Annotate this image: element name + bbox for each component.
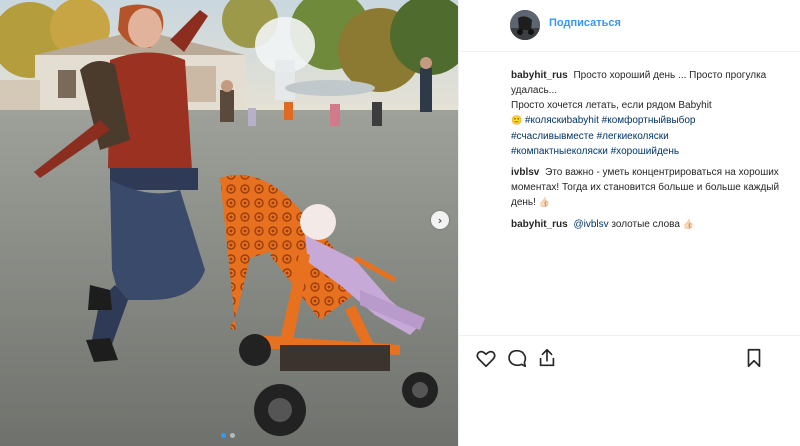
hashtag-link[interactable]: #легкиеколяски — [597, 131, 669, 142]
reply-comment: babyhit_rus @ivblsv золотые слова 👍🏻 — [511, 217, 783, 233]
comment-text: золотые слова — [611, 219, 680, 230]
thumbs-up-emoji-icon: 👍🏻 — [538, 198, 550, 208]
post-side-panel: Подписаться babyhit_rus Просто хороший д… — [458, 0, 800, 446]
divider — [459, 381, 800, 382]
bookmark-icon[interactable] — [743, 347, 765, 369]
hashtag-link[interactable]: #комфортныйвыбор — [602, 115, 696, 126]
follow-button[interactable]: Подписаться — [549, 17, 621, 29]
hashtag-link[interactable]: #компактныеколяски — [511, 146, 608, 157]
mention-link[interactable]: @ivblsv — [573, 219, 608, 230]
comments-list: babyhit_rus Просто хороший день ... Прос… — [511, 68, 783, 239]
photo-illustration — [0, 0, 458, 446]
smile-emoji-icon: 🙂 — [511, 116, 523, 126]
comment-username[interactable]: ivblsv — [511, 167, 539, 178]
carousel-dot-1 — [221, 433, 226, 438]
share-icon[interactable] — [536, 347, 558, 369]
stroller-avatar-icon[interactable] — [510, 10, 540, 40]
post-header: Подписаться — [459, 0, 800, 52]
comment-text: Это важно - уметь концентрироваться на х… — [511, 167, 780, 208]
heart-icon[interactable] — [475, 347, 497, 369]
reply-comment: ivblsv Это важно - уметь концентрировать… — [511, 165, 783, 211]
comment-text: Просто хочется летать, если рядом Babyhi… — [511, 100, 712, 111]
post-photo[interactable]: › — [0, 0, 458, 446]
chevron-right-icon: › — [437, 213, 443, 227]
hashtag-link[interactable]: #хорошийдень — [611, 146, 679, 157]
carousel-next-button[interactable]: › — [431, 211, 449, 229]
carousel-indicator — [221, 433, 235, 438]
carousel-dot-2 — [230, 433, 235, 438]
comment-icon[interactable] — [506, 347, 528, 369]
comment-username[interactable]: babyhit_rus — [511, 70, 568, 81]
hashtag-link[interactable]: #счасливывместе — [511, 131, 594, 142]
thumbs-up-emoji-icon: 👍🏻 — [682, 220, 694, 230]
instagram-post: › Подписаться babyhit_rus Просто хороший… — [0, 0, 800, 446]
caption-comment: babyhit_rus Просто хороший день ... Прос… — [511, 68, 783, 159]
hashtag-link[interactable]: #коляскиbabyhit — [525, 115, 599, 126]
comment-username[interactable]: babyhit_rus — [511, 219, 568, 230]
post-actions-bar — [459, 335, 800, 381]
